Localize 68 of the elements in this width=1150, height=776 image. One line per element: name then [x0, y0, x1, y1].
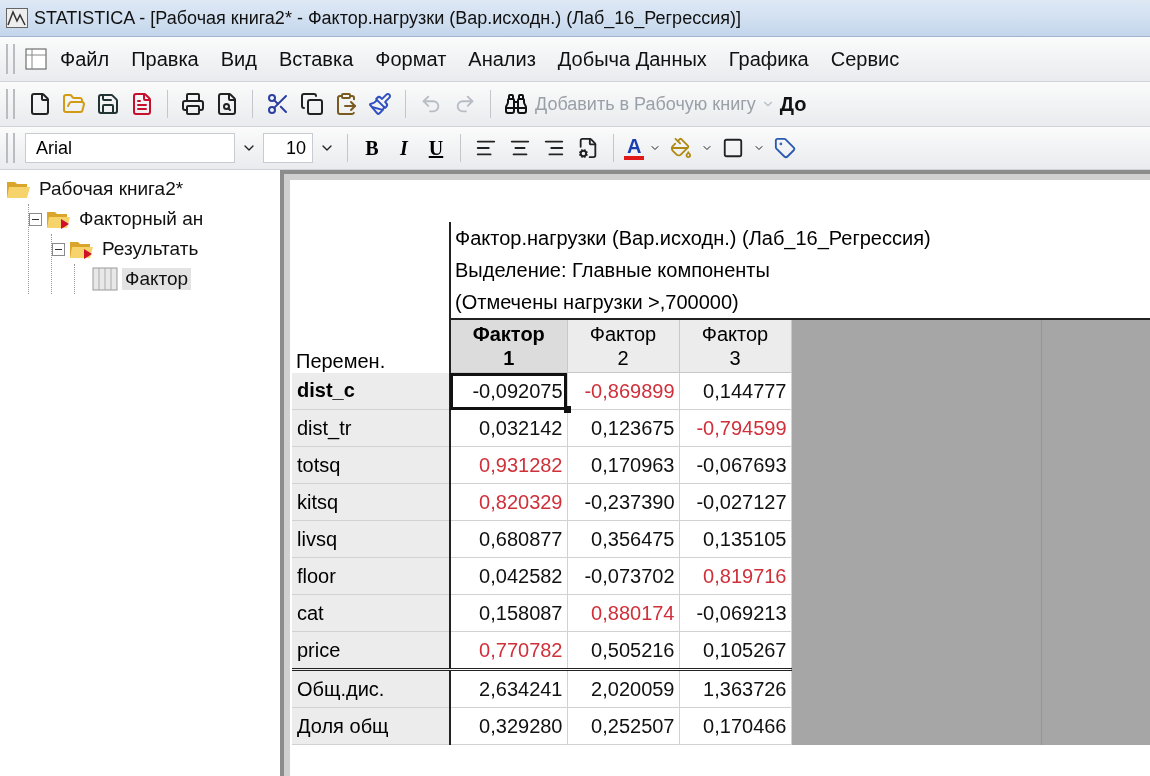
row-header[interactable]: dist_c	[292, 372, 450, 410]
column-header[interactable]: Фактор 2	[567, 319, 679, 373]
menu-item[interactable]: Графика	[719, 43, 818, 75]
font-size-field[interactable]: 10	[263, 133, 313, 163]
table-cell[interactable]: -0,237390	[567, 483, 679, 521]
table-title-line: Выделение: Главные компоненты	[450, 254, 1150, 286]
menu-item[interactable]: Формат	[366, 43, 456, 75]
table-title-line: (Отмечены нагрузки >,700000)	[450, 286, 1150, 319]
column-header[interactable]: Фактор 1	[450, 319, 567, 373]
row-header[interactable]: Доля общ	[292, 707, 450, 745]
table-cell[interactable]: 0,144777	[679, 372, 791, 410]
font-color-button[interactable]: A	[624, 136, 645, 160]
tree-item[interactable]: Результать	[99, 238, 202, 260]
document-icon[interactable]	[25, 48, 47, 70]
app-logo-icon	[6, 8, 28, 28]
table-cell[interactable]: 0,820329	[450, 483, 567, 521]
table-cell[interactable]: 2,634241	[450, 669, 567, 708]
column-header[interactable]: Фактор 3	[679, 319, 791, 373]
table-cell[interactable]: 0,170963	[567, 446, 679, 484]
table-cell[interactable]: 0,819716	[679, 557, 791, 595]
table-cell[interactable]: 0,880174	[567, 594, 679, 632]
table-cell[interactable]: 0,042582	[450, 557, 567, 595]
table-cell[interactable]: 0,252507	[567, 707, 679, 745]
table-cell[interactable]: 0,158087	[450, 594, 567, 632]
toolbar-grip[interactable]	[6, 43, 15, 75]
tree-item[interactable]: Факторный ан	[76, 208, 207, 230]
toolbar-grip[interactable]	[6, 88, 15, 120]
row-header[interactable]: kitsq	[292, 483, 450, 521]
menu-item[interactable]: Добыча Данных	[548, 43, 716, 75]
table-cell[interactable]: 0,170466	[679, 707, 791, 745]
menu-item[interactable]: Вставка	[269, 43, 363, 75]
underline-button[interactable]: U	[422, 136, 450, 160]
table-cell[interactable]: 0,931282	[450, 446, 567, 484]
row-header[interactable]: livsq	[292, 520, 450, 558]
window-title: STATISTICA - [Рабочая книга2* - Фактор.нагрузки (Вар.исходн.) (Лаб_16_Регрессия)]	[34, 7, 741, 29]
row-header[interactable]: dist_tr	[292, 409, 450, 447]
row-header[interactable]: price	[292, 631, 450, 670]
bold-button[interactable]: B	[358, 136, 386, 160]
row-header[interactable]: cat	[292, 594, 450, 632]
table-cell[interactable]: 0,135105	[679, 520, 791, 558]
row-header[interactable]: floor	[292, 557, 450, 595]
menu-item[interactable]: Анализ	[459, 43, 545, 75]
collapse-icon[interactable]	[52, 242, 65, 256]
table-cell[interactable]: -0,794599	[679, 409, 791, 447]
menu-item[interactable]: Сервис	[821, 43, 909, 75]
table-cell[interactable]: -0,067693	[679, 446, 791, 484]
table-icon	[92, 267, 118, 291]
font-field[interactable]: Arial	[25, 133, 235, 163]
table-cell[interactable]: 0,123675	[567, 409, 679, 447]
table-title-line: Фактор.нагрузки (Вар.исходн.) (Лаб_16_Регрессия)	[450, 222, 1150, 254]
table-cell[interactable]: -0,073702	[567, 557, 679, 595]
italic-button[interactable]: I	[390, 136, 418, 160]
table-cell[interactable]: 2,020059	[567, 669, 679, 708]
table-cell[interactable]: 0,329280	[450, 707, 567, 745]
tree-item[interactable]: Фактор	[122, 268, 192, 290]
menu-item[interactable]: Вид	[211, 43, 266, 75]
table-cell[interactable]: -0,069213	[679, 594, 791, 632]
menu-item[interactable]: Правка	[122, 43, 208, 75]
row-header[interactable]: Общ.дис.	[292, 669, 450, 708]
toolbar-grip[interactable]	[6, 133, 15, 163]
toolbar-label[interactable]: До	[779, 92, 807, 116]
table-cell[interactable]: -0,027127	[679, 483, 791, 521]
table-cell[interactable]: 0,356475	[567, 520, 679, 558]
table-cell[interactable]: 0,680877	[450, 520, 567, 558]
collapse-icon[interactable]	[29, 212, 42, 226]
menu-item[interactable]: Файл	[51, 43, 119, 75]
tree-item[interactable]: Рабочая книга2*	[36, 178, 187, 200]
row-header[interactable]: totsq	[292, 446, 450, 484]
